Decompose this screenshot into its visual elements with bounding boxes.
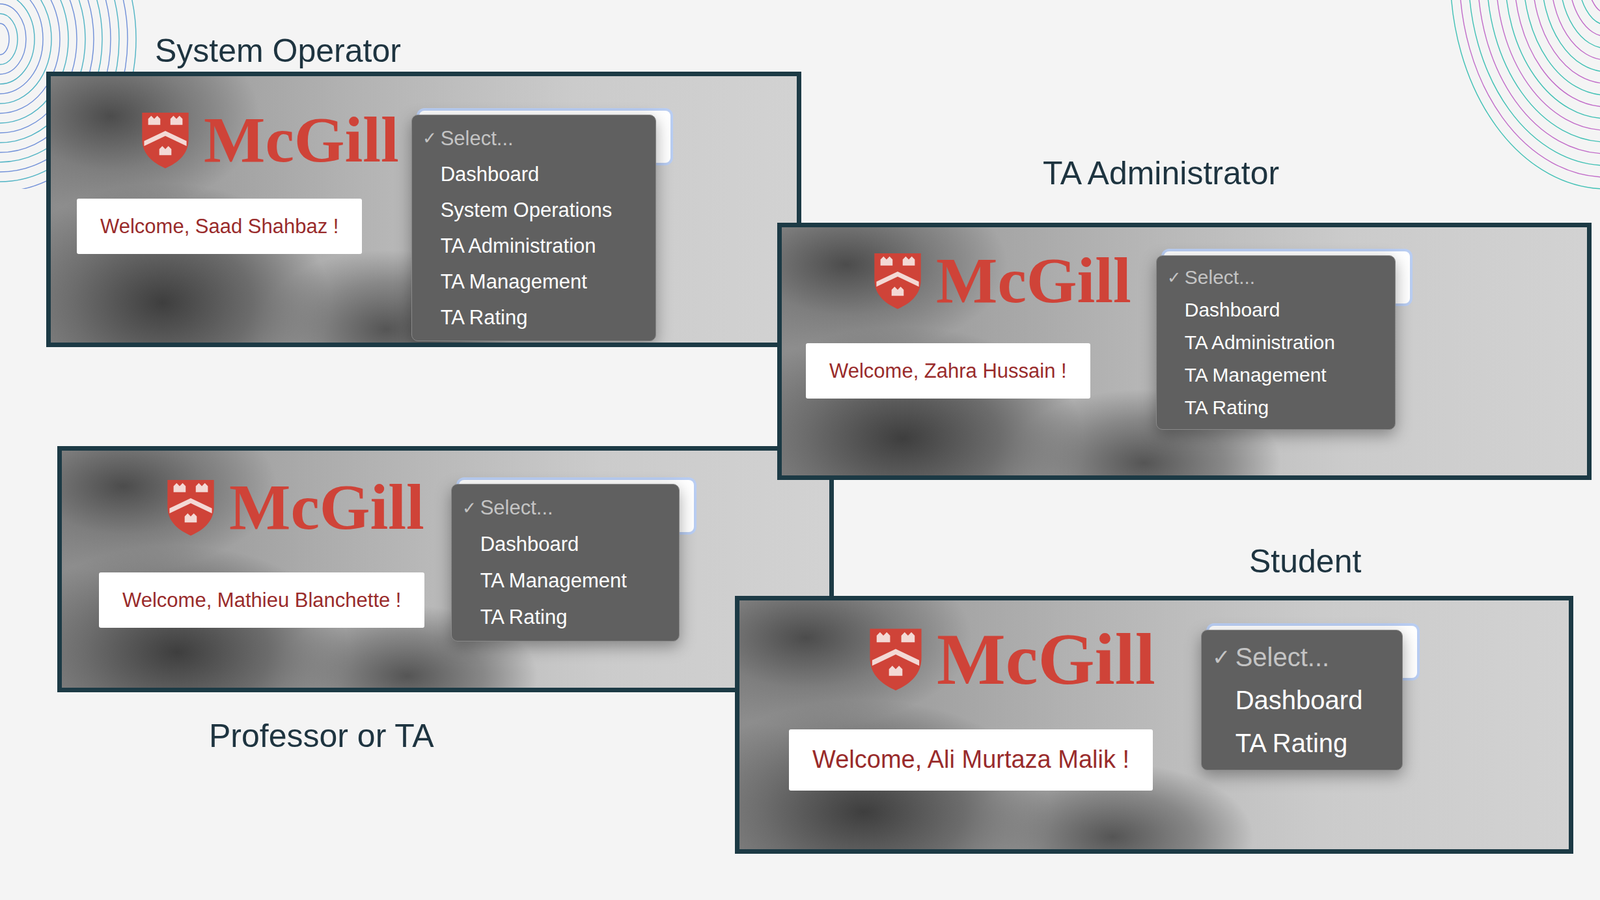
menu-item[interactable]: Dashboard: [451, 525, 679, 563]
menu-item: ✓Select...: [451, 489, 679, 526]
dropdown-menu: ✓Select...DashboardTA ManagementTA Ratin…: [451, 483, 680, 642]
role-caption: Professor or TA: [208, 716, 434, 756]
menu-item[interactable]: TA Management: [451, 562, 679, 599]
role-screenshot: McGill Welcome, Mathieu Blanchette ! ✓Sele…: [57, 445, 834, 692]
menu-item[interactable]: TA Administration: [1156, 326, 1395, 359]
welcome-banner: Welcome, Mathieu Blanchette !: [98, 572, 425, 628]
check-icon: ✓: [1167, 267, 1185, 288]
menu-item[interactable]: TA Administration: [412, 227, 656, 264]
mcgill-wordmark: McGill: [936, 622, 1156, 696]
mcgill-logo: McGill: [872, 248, 1132, 314]
role-caption: Student: [1249, 541, 1362, 581]
mcgill-logo: McGill: [867, 622, 1156, 696]
contour-lines-icon: [1430, 0, 1600, 202]
dropdown-menu: ✓Select...DashboardTA AdministrationTA M…: [1156, 255, 1396, 430]
menu-item: ✓Select...: [1156, 261, 1395, 294]
mcgill-wordmark: McGill: [229, 474, 425, 540]
mcgill-logo: McGill: [139, 107, 400, 173]
menu-item[interactable]: System Operations: [412, 192, 656, 228]
slide: System Operator McGill Welcome, Saad Shahb…: [0, 0, 1600, 900]
shield-icon: [867, 626, 924, 692]
menu-item[interactable]: TA Rating: [1201, 721, 1403, 765]
mcgill-logo: McGill: [165, 474, 425, 540]
welcome-banner: Welcome, Saad Shahbaz !: [76, 198, 362, 254]
page-select[interactable]: ✓Select...DashboardTA Rating: [1200, 629, 1403, 771]
menu-item[interactable]: TA Rating: [412, 299, 656, 336]
shield-icon: [139, 110, 191, 170]
role-caption: System Operator: [154, 31, 401, 71]
menu-item: ✓Select...: [1201, 635, 1403, 679]
menu-item[interactable]: Dashboard: [1201, 678, 1403, 722]
welcome-banner: Welcome, Zahra Hussain !: [805, 343, 1091, 399]
welcome-banner: Welcome, Ali Murtaza Malik !: [788, 729, 1153, 791]
menu-item: ✓Select...: [412, 120, 656, 157]
mcgill-wordmark: McGill: [936, 248, 1132, 314]
check-icon: ✓: [422, 128, 441, 149]
role-caption: TA Administrator: [1042, 153, 1280, 193]
role-screenshot: McGill Welcome, Ali Murtaza Malik ! ✓Selec…: [734, 595, 1574, 854]
dropdown-menu: ✓Select...DashboardSystem OperationsTA A…: [411, 114, 657, 342]
page-select[interactable]: ✓Select...DashboardTA AdministrationTA M…: [1156, 255, 1396, 430]
menu-item[interactable]: TA Management: [1156, 358, 1395, 392]
menu-item[interactable]: Dashboard: [412, 156, 656, 193]
role-screenshot: McGill Welcome, Zahra Hussain ! ✓Select...…: [777, 222, 1592, 480]
check-icon: ✓: [1212, 643, 1236, 670]
page-select[interactable]: ✓Select...DashboardSystem OperationsTA A…: [411, 114, 657, 342]
menu-item[interactable]: Dashboard: [1156, 293, 1395, 327]
mcgill-wordmark: McGill: [203, 107, 400, 173]
dropdown-menu: ✓Select...DashboardTA Rating: [1200, 629, 1403, 771]
menu-item[interactable]: TA Rating: [1156, 391, 1395, 424]
page-select[interactable]: ✓Select...DashboardTA ManagementTA Ratin…: [451, 483, 680, 642]
role-screenshot: McGill Welcome, Saad Shahbaz ! ✓Select...D…: [46, 71, 802, 347]
check-icon: ✓: [462, 497, 481, 519]
shield-icon: [872, 251, 924, 310]
shield-icon: [165, 477, 217, 537]
menu-item[interactable]: TA Management: [412, 263, 656, 300]
menu-item[interactable]: TA Rating: [451, 598, 679, 636]
